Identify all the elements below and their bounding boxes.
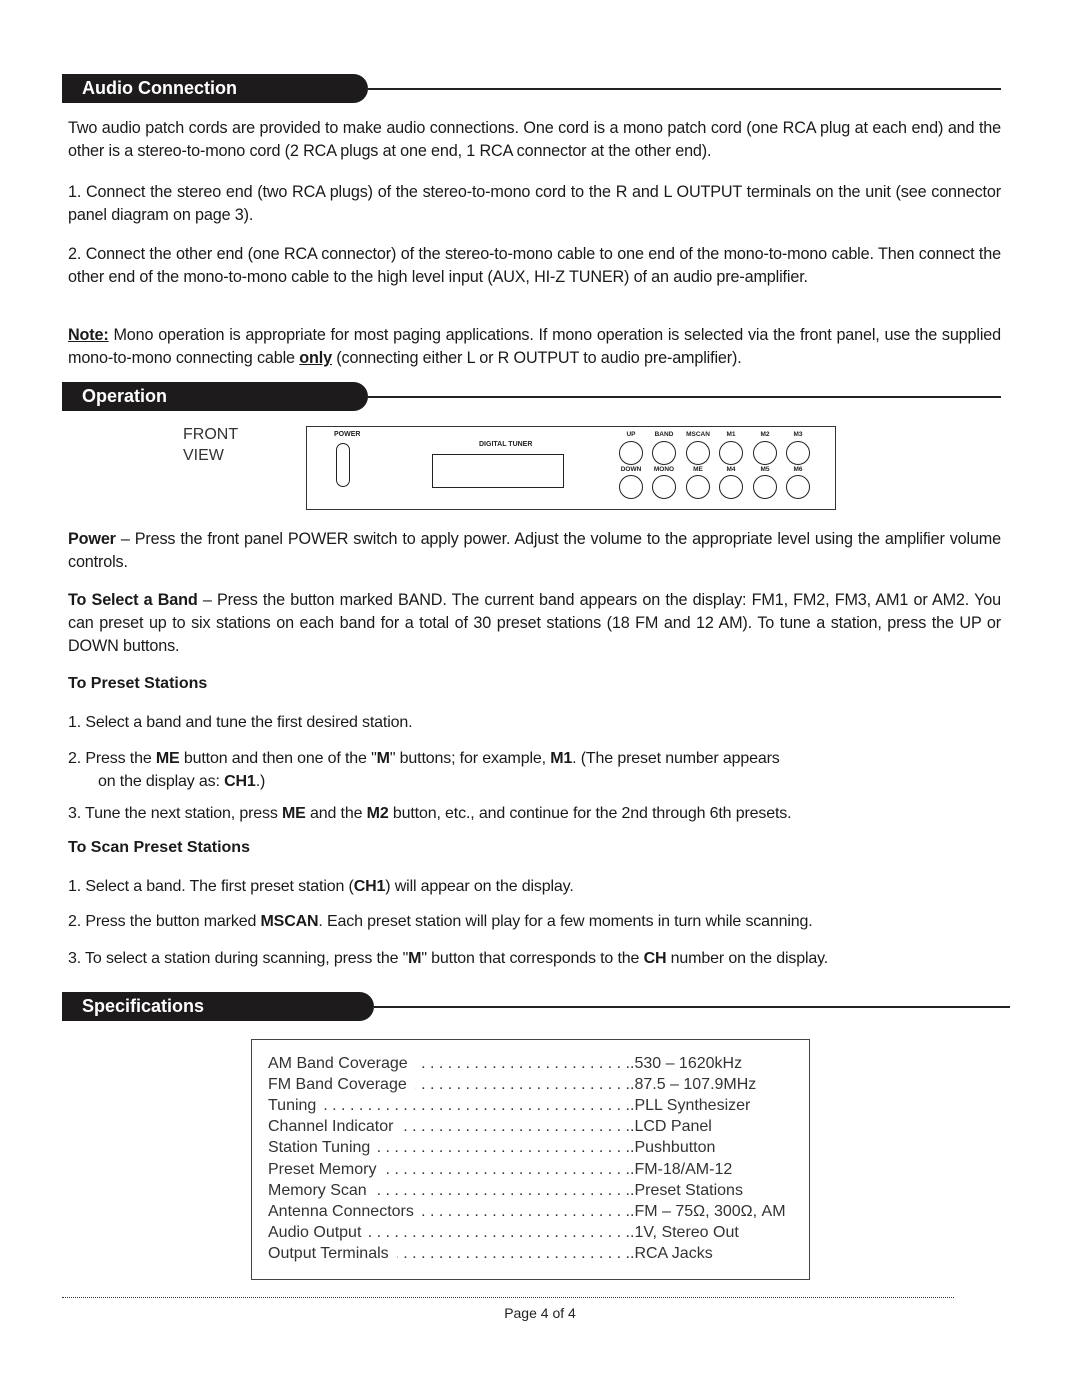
button-label-m6: M6 (793, 466, 803, 473)
spec-value: .LCD Panel (630, 1118, 712, 1136)
spec-key: FM Band Coverage (268, 1076, 407, 1094)
spec-row: Output Terminals . . . . . . . . . . . .… (268, 1243, 713, 1264)
section-rule (368, 88, 1001, 90)
specifications-table: AM Band Coverage . . . . . . . . . . . .… (251, 1039, 810, 1280)
spec-key: Output Terminals (268, 1244, 389, 1262)
section-rule (374, 1006, 1010, 1008)
preset-item-2: 2. Press the ME button and then one of t… (68, 750, 780, 790)
scan-item-1: 1. Select a band. The first preset stati… (68, 878, 574, 895)
section-header-specifications: Specifications (62, 992, 1010, 1021)
preset-heading: To Preset Stations (68, 675, 208, 692)
spec-value: .Pushbutton (630, 1139, 716, 1157)
button-m5-icon (753, 475, 777, 499)
scan-item-3: 3. To select a station during scanning, … (68, 950, 829, 967)
spec-row: FM Band Coverage . . . . . . . . . . . .… (268, 1074, 756, 1095)
button-m2-icon (753, 441, 777, 465)
spec-row: Preset Memory . . . . . . . . . . . . . … (268, 1159, 732, 1180)
button-label-m3: M3 (793, 431, 803, 438)
audio-note: Note: Mono operation is appropriate for … (68, 326, 1001, 367)
spec-leader-dots: . . . . . . . . . . . . . . . . . . . . … (378, 1139, 630, 1157)
note-emphasis: only (299, 349, 332, 367)
page-number: Page 4 of 4 (504, 1305, 576, 1321)
spec-key: Antenna Connectors (268, 1202, 414, 1220)
button-m3-icon (786, 441, 810, 465)
section-title: Audio Connection (62, 74, 368, 103)
audio-intro: Two audio patch cords are provided to ma… (68, 119, 1001, 160)
spec-key: AM Band Coverage (268, 1055, 408, 1072)
spec-key: Memory Scan (268, 1181, 367, 1199)
power-label: POWER (334, 431, 361, 438)
select-band-paragraph: To Select a Band – Press the button mark… (68, 591, 1001, 655)
spec-key: Audio Output (268, 1223, 362, 1241)
preset-item-1: 1. Select a band and tune the first desi… (68, 714, 413, 731)
spec-key: Preset Memory (268, 1160, 377, 1178)
spec-row: Memory Scan . . . . . . . . . . . . . . … (268, 1180, 743, 1201)
note-label: Note: (68, 326, 109, 344)
spec-leader-dots: . . . . . . . . . . . . . . . . . . . . … (324, 1097, 630, 1115)
scan-item-2: 2. Press the button marked MSCAN. Each p… (68, 913, 813, 930)
spec-row: Channel Indicator . . . . . . . . . . . … (268, 1116, 712, 1137)
button-band-icon (652, 441, 676, 465)
spec-value: .FM – 75Ω, 300Ω, AM (630, 1202, 786, 1220)
button-mono-icon (652, 475, 676, 499)
lcd-display (432, 454, 564, 488)
power-switch-icon (336, 443, 350, 487)
button-m1-icon (719, 441, 743, 465)
spec-value: .87.5 – 107.9MHz (630, 1076, 757, 1094)
spec-leader-dots: . . . . . . . . . . . . . . . . . . . . … (422, 1202, 630, 1220)
front-view-label: FRONT VIEW (183, 426, 239, 464)
audio-step-1: 1. Connect the stereo end (two RCA plugs… (68, 183, 1001, 224)
spec-leader-dots: . . . . . . . . . . . . . . . . . . . . … (415, 1076, 630, 1094)
spec-value: .1V, Stereo Out (630, 1223, 739, 1241)
spec-key: Channel Indicator (268, 1118, 394, 1136)
spec-leader-dots: . . . . . . . . . . . . . . . . . . . . … (384, 1160, 630, 1178)
spec-row: AM Band Coverage . . . . . . . . . . . .… (268, 1053, 742, 1074)
section-title: Specifications (62, 992, 374, 1021)
spec-row: Audio Output . . . . . . . . . . . . . .… (268, 1222, 739, 1243)
audio-step-2: 2. Connect the other end (one RCA connec… (68, 245, 1001, 286)
section-rule (368, 396, 1001, 398)
section-header-audio-connection: Audio Connection (62, 74, 1002, 103)
section-title: Operation (62, 382, 368, 411)
spec-row: Antenna Connectors . . . . . . . . . . .… (268, 1201, 786, 1222)
spec-leader-dots: . . . . . . . . . . . . . . . . . . . . … (369, 1223, 630, 1241)
spec-value: .RCA Jacks (630, 1244, 713, 1262)
spec-key: Tuning (268, 1097, 317, 1115)
display-label: DIGITAL TUNER (479, 441, 533, 448)
spec-value: .530 – 1620kHz (630, 1055, 743, 1072)
spec-key: Station Tuning (268, 1139, 371, 1157)
spec-row: Station Tuning . . . . . . . . . . . . .… (268, 1137, 715, 1158)
button-up-icon (619, 441, 643, 465)
button-me-icon (686, 475, 710, 499)
scan-heading: To Scan Preset Stations (68, 839, 250, 856)
spec-leader-dots: . . . . . . . . . . . . . . . . . . . . … (416, 1055, 630, 1072)
button-m6-icon (786, 475, 810, 499)
spec-row: Tuning . . . . . . . . . . . . . . . . .… (268, 1095, 750, 1116)
spec-leader-dots: . . . . . . . . . . . . . . . . . . . . … (401, 1118, 630, 1136)
front-panel-diagram: POWER DIGITAL TUNER UP BAND MSCAN M1 M2 M3 DOW… (306, 426, 836, 510)
spec-leader-dots: . . . . . . . . . . . . . . . . . . . . … (375, 1181, 630, 1199)
spec-value: .Preset Stations (630, 1181, 743, 1199)
spec-value: .FM-18/AM-12 (630, 1160, 733, 1178)
section-header-operation: Operation (62, 382, 1002, 411)
button-m4-icon (719, 475, 743, 499)
spec-value: .PLL Synthesizer (630, 1097, 751, 1115)
spec-leader-dots: . . . . . . . . . . . . . . . . . . . . … (397, 1244, 630, 1262)
button-down-icon (619, 475, 643, 499)
footer-divider (62, 1297, 954, 1298)
power-paragraph: Power – Press the front panel POWER swit… (68, 530, 1001, 571)
preset-item-3: 3. Tune the next station, press ME and t… (68, 805, 792, 822)
button-mscan-icon (686, 441, 710, 465)
